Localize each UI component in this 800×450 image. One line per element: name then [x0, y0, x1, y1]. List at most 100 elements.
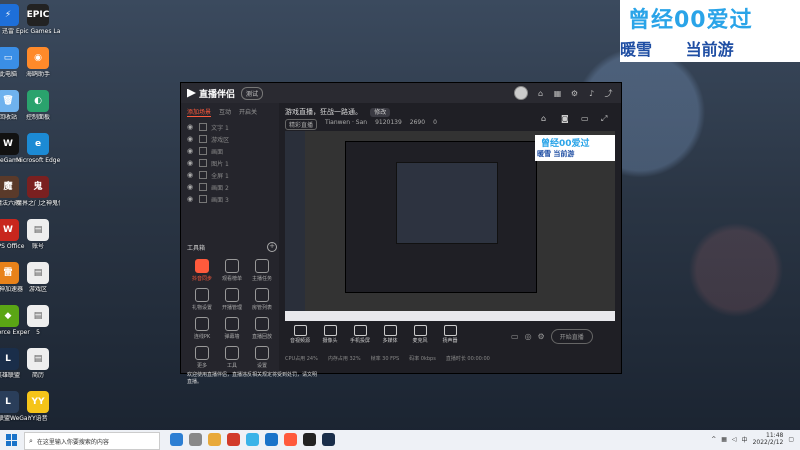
tool-data[interactable]: 开播管理: [217, 288, 247, 311]
clock[interactable]: 11:48 2022/2/12: [753, 432, 784, 446]
doc3-icon[interactable]: ▤ 5: [16, 305, 60, 336]
expand-icon[interactable]: ⤢: [601, 114, 607, 124]
version-badge[interactable]: 测试: [241, 86, 264, 100]
eye-icon[interactable]: ◉: [187, 147, 193, 155]
eye-icon[interactable]: ◉: [187, 183, 193, 191]
store-icon[interactable]: [265, 433, 278, 446]
edge-browser-icon[interactable]: e Microsoft Edge: [16, 133, 60, 164]
mail-icon[interactable]: [227, 433, 240, 446]
scene-item[interactable]: ◉ 图片 1: [181, 157, 279, 169]
desktop-icons: ⚡迅雷EPICEpic Games Launcher▭此电脑◉海鸥助手🗑回收站◐…: [0, 0, 64, 430]
live-preview[interactable]: 曾经00爱过 暖雪 当前游: [285, 131, 615, 321]
source-button-icon: [353, 325, 367, 336]
doc2-icon[interactable]: ▤ 游戏区: [16, 262, 60, 293]
network-icon[interactable]: ▦: [721, 436, 727, 443]
eye-icon[interactable]: ◉: [187, 159, 193, 167]
toolbox-add-button[interactable]: +: [267, 242, 277, 252]
desktop-icon-label: Microsoft Edge: [16, 157, 60, 164]
stream-companion-taskbar-icon[interactable]: [284, 433, 297, 446]
steam-icon[interactable]: [322, 433, 335, 446]
game-taskbar-icon[interactable]: [303, 433, 316, 446]
qq-icon[interactable]: [246, 433, 259, 446]
scene-item[interactable]: ◉ 全屏 1: [181, 169, 279, 181]
tool-qa[interactable]: 主播任务: [247, 259, 277, 282]
tool-plus3[interactable]: 设置: [247, 346, 277, 369]
eye-icon[interactable]: ◉: [187, 135, 193, 143]
edge-taskbar-icon[interactable]: [170, 433, 183, 446]
avatar[interactable]: [514, 86, 528, 100]
yy-icon[interactable]: YY YY语音: [16, 391, 60, 422]
source-button-icon: [383, 325, 397, 336]
eye-icon[interactable]: ◉: [187, 195, 193, 203]
scene-item[interactable]: ◉ 游戏区: [181, 133, 279, 145]
tool-gift[interactable]: 礼物设置: [187, 288, 217, 311]
banner-line2-a: 暖雪: [620, 40, 653, 59]
tool-plus2[interactable]: 工具: [217, 346, 247, 369]
settings-icon[interactable]: ⚙: [570, 89, 579, 98]
notification-icon[interactable]: ▢: [788, 436, 794, 443]
source-button-4[interactable]: 麦克风: [405, 325, 435, 344]
eye-icon[interactable]: ◉: [187, 171, 193, 179]
tab-open[interactable]: 开启关: [239, 107, 257, 117]
edge-browser-glyph-icon: e: [27, 133, 49, 155]
scene-item[interactable]: ◉ 画面 2: [181, 181, 279, 193]
tray-arrow-icon[interactable]: ^: [711, 436, 716, 443]
game2-icon[interactable]: 鬼魔界之门之神鬼传奇: [16, 176, 60, 207]
doc4-icon[interactable]: ▤ 简历: [16, 348, 60, 379]
tv-icon[interactable]: ▭: [581, 114, 589, 123]
doc-glyph-icon: ▤: [27, 219, 49, 241]
gear-icon[interactable]: ⚙: [538, 332, 545, 341]
source-button-1[interactable]: 摄像头: [315, 325, 345, 344]
tool-msg[interactable]: 弹幕墙: [217, 317, 247, 340]
share-icon[interactable]: ⤴: [604, 88, 613, 99]
tool-mic[interactable]: 房管列表: [247, 288, 277, 311]
record-icon[interactable]: ▭: [511, 332, 519, 341]
tab-interact[interactable]: 互动: [219, 107, 231, 117]
source-button-0[interactable]: 音视频源: [285, 325, 315, 344]
tool-user[interactable]: 观看榜单: [217, 259, 247, 282]
stream-banner: 曾经00爱过 暖雪 当前游: [620, 0, 800, 62]
camera-icon[interactable]: ◙: [561, 114, 569, 123]
source-button-icon: [293, 325, 307, 336]
source-button-2[interactable]: 手机投屏: [345, 325, 375, 344]
desktop-icon-label: 海鸥助手: [25, 71, 50, 78]
ime-indicator[interactable]: 中: [742, 435, 748, 444]
eye-icon[interactable]: ◉: [187, 123, 193, 131]
desktop-icon-label: Epic Games Launcher: [16, 28, 60, 35]
source-button-label: 手机投屏: [349, 338, 370, 344]
stream-tag[interactable]: 精彩直播: [285, 119, 318, 130]
eye-icon[interactable]: ◎: [525, 332, 532, 341]
helper-icon[interactable]: ◉ 海鸥助手: [16, 47, 60, 78]
calendar-icon[interactable]: ▦: [553, 89, 562, 98]
tool-pk[interactable]: 连线PK: [187, 317, 217, 340]
scene-item[interactable]: ◉ 画面 3: [181, 193, 279, 205]
live-controls: ▭ ◎ ⚙ 开始直播: [511, 329, 593, 344]
explorer-icon[interactable]: [208, 433, 221, 446]
scene-label: 游戏区: [211, 136, 230, 144]
tool-hot[interactable]: 抖音同步: [187, 259, 217, 282]
preview-desktop-strip: [285, 131, 305, 321]
volume-icon[interactable]: ◁: [732, 436, 737, 443]
lock-icon[interactable]: ⌂: [541, 114, 546, 123]
tool-mark[interactable]: 直播回放: [247, 317, 277, 340]
taskview-icon[interactable]: [189, 433, 202, 446]
scene-item[interactable]: ◉ 画面: [181, 145, 279, 157]
stat-id: 9120139: [375, 119, 402, 126]
topic-modify-button[interactable]: 修改: [370, 108, 391, 117]
epic-games-icon[interactable]: EPIC Epic Games Launcher: [16, 4, 60, 35]
start-button[interactable]: [6, 434, 18, 446]
scene-label: 画面: [211, 148, 224, 156]
start-live-button[interactable]: 开始直播: [550, 329, 593, 344]
source-button-5[interactable]: 扬声器: [435, 325, 465, 344]
stat-online: 0: [433, 119, 437, 126]
scene-item[interactable]: ◉ 文字 1: [181, 121, 279, 133]
bell-icon[interactable]: ♪: [587, 89, 596, 98]
tab-add-scene[interactable]: 添加场景: [187, 107, 212, 117]
doc-icon[interactable]: ▤ 账号: [16, 219, 60, 250]
tool-plus[interactable]: 更多: [187, 346, 217, 369]
gift-icon[interactable]: ⌂: [536, 89, 545, 98]
banner-line2: 暖雪 当前游: [620, 36, 762, 60]
source-button-3[interactable]: 多媒体: [375, 325, 405, 344]
taskbar-search[interactable]: ⌕ 在这里输入你要搜索的内容: [24, 432, 160, 450]
edge-icon[interactable]: ◐ 控制面板: [16, 90, 60, 121]
